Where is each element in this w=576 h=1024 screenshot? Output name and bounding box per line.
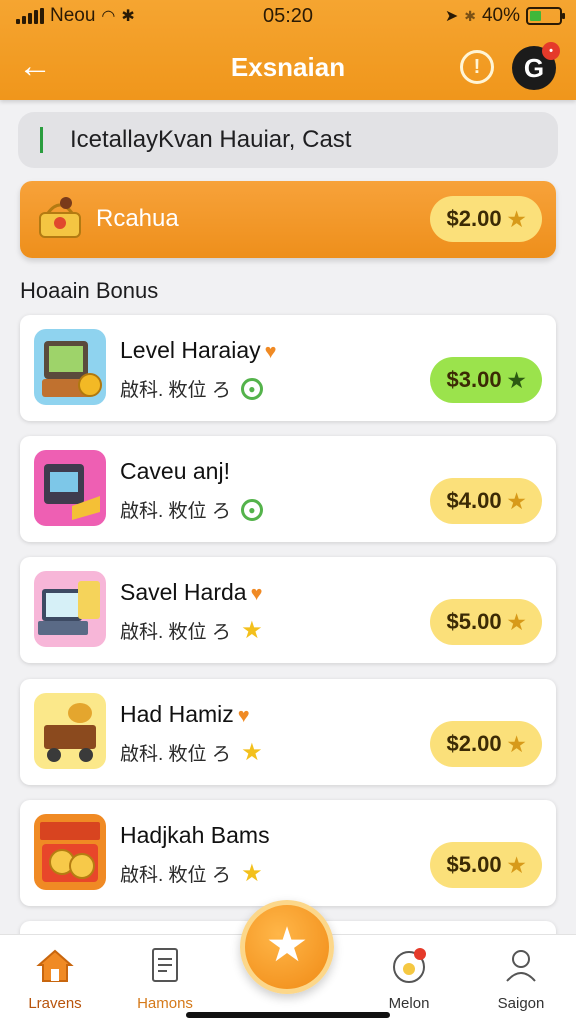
- list-item[interactable]: Caveu anj! 啟科. 敉位 ろ ● $4.00 ★: [20, 436, 556, 542]
- price-button[interactable]: $4.00 ★: [430, 478, 542, 524]
- section-title: Hoaain Bonus: [20, 278, 159, 303]
- star-action-button[interactable]: ★: [240, 900, 334, 994]
- price-label: $2.00: [446, 731, 502, 756]
- app-header: Neou ◠ ✱ 05:20 ➤ ✱ 40% ← Exsnaian ! G •: [0, 0, 576, 100]
- notification-badge: •: [542, 42, 560, 60]
- star-icon: ★: [507, 854, 526, 877]
- item-meta: 啟科. 敉位 ろ ★: [120, 738, 263, 766]
- coins-icon: [34, 814, 106, 890]
- home-icon: [36, 949, 74, 982]
- item-meta: 啟科. 敉位 ろ ●: [120, 496, 263, 523]
- basket-icon: [39, 197, 81, 238]
- tab-documents[interactable]: Hamons: [120, 945, 210, 1012]
- list-item[interactable]: Hadjkah Bams 啟科. 敉位 ろ ★ $5.00 ★: [20, 800, 556, 906]
- price-label: $5.00: [446, 609, 502, 634]
- item-meta: 啟科. 敉位 ろ ★: [120, 616, 263, 644]
- text-cursor: [40, 127, 43, 153]
- price-button[interactable]: $5.00 ★: [430, 842, 542, 888]
- status-bar: Neou ◠ ✱ 05:20 ➤ ✱ 40%: [0, 0, 576, 34]
- item-title: Had Hamiz ♥: [120, 701, 250, 727]
- price-button[interactable]: $2.00 ★: [430, 721, 542, 767]
- tab-label: Saigon: [497, 995, 545, 1012]
- star-icon: ★: [507, 208, 526, 231]
- battery-level: [530, 11, 542, 21]
- price-button[interactable]: $5.00 ★: [430, 599, 542, 645]
- search-value: IcetallayKvan Hauiar, Cast: [70, 126, 352, 153]
- item-meta: 啟科. 敉位 ろ ★: [120, 859, 263, 887]
- location-icon: ➤: [444, 8, 459, 25]
- banner-price-button[interactable]: $2.00 ★: [430, 196, 542, 242]
- battery-percent: 40%: [481, 5, 520, 26]
- battery-icon: [526, 7, 565, 25]
- star-icon: ★: [265, 919, 309, 972]
- star-badge-icon: ★: [241, 859, 263, 887]
- tab-label: Lravens: [28, 995, 82, 1012]
- heart-icon: ♥: [250, 583, 263, 605]
- item-title: Level Haraiay ♥: [120, 337, 277, 363]
- price-label: $5.00: [446, 852, 502, 877]
- heart-icon: ♥: [237, 705, 250, 727]
- star-badge-icon: ★: [241, 738, 263, 766]
- item-meta: 啟科. 敉位 ろ ●: [120, 375, 263, 402]
- star-badge-icon: ★: [241, 616, 263, 644]
- star-icon: ★: [507, 611, 526, 634]
- camera-icon: [393, 948, 426, 983]
- cart-icon: [34, 693, 106, 769]
- leaf-badge-icon: ●: [240, 377, 263, 400]
- computer-icon: [34, 571, 106, 647]
- cash-register-icon: [34, 450, 106, 526]
- tab-label: Hamons: [137, 995, 193, 1012]
- bluetooth-status-icon: ✱: [464, 7, 476, 24]
- star-icon: ★: [507, 733, 526, 756]
- banner-label: Rcahua: [96, 205, 179, 232]
- document-icon: [152, 948, 178, 982]
- price-label: $4.00: [446, 488, 502, 513]
- star-icon: ★: [507, 369, 526, 392]
- list-item[interactable]: Had Hamiz ♥ 啟科. 敉位 ろ ★ $2.00 ★: [20, 679, 556, 785]
- price-label: $2.00: [446, 206, 502, 231]
- status-right: ➤ ✱ 40%: [444, 5, 565, 27]
- tab-melon[interactable]: Melon: [364, 945, 454, 1012]
- info-icon[interactable]: !: [460, 50, 494, 84]
- item-title: Hadjkah Bams: [120, 822, 270, 848]
- home-indicator: [186, 1012, 390, 1018]
- avatar[interactable]: G •: [512, 42, 560, 90]
- leaf-badge-icon: ●: [240, 498, 263, 521]
- tab-home[interactable]: Lravens: [10, 945, 100, 1012]
- star-icon: ★: [507, 490, 526, 513]
- heart-icon: ♥: [264, 341, 277, 363]
- price-label: $3.00: [446, 367, 502, 392]
- price-button[interactable]: $3.00 ★: [430, 357, 542, 403]
- nav-bar: ← Exsnaian ! G •: [0, 40, 576, 94]
- user-icon: [506, 950, 536, 982]
- list-item[interactable]: Savel Harda ♥ 啟科. 敉位 ろ ★ $5.00 ★: [20, 557, 556, 663]
- item-title: Caveu anj!: [120, 458, 230, 484]
- item-title: Savel Harda ♥: [120, 579, 263, 605]
- tab-label: Melon: [388, 995, 430, 1012]
- featured-banner[interactable]: Rcahua $2.00 ★: [20, 181, 556, 258]
- arcade-machine-icon: [34, 329, 106, 405]
- list-item[interactable]: Level Haraiay ♥ 啟科. 敉位 ろ ● $3.00 ★: [20, 315, 556, 421]
- tab-profile[interactable]: Saigon: [476, 945, 566, 1012]
- search-input[interactable]: IcetallayKvan Hauiar, Cast: [18, 112, 558, 168]
